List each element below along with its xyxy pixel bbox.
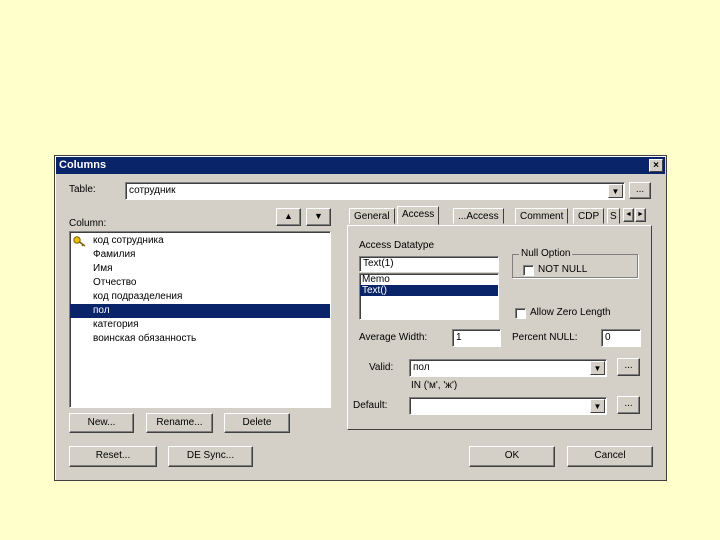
key-icon [73, 236, 86, 247]
tab-more-access[interactable]: ...Access [453, 208, 504, 224]
percent-null-label: Percent NULL: [512, 332, 578, 343]
column-label: Column: [69, 218, 107, 229]
ok-button[interactable]: OK [469, 446, 555, 467]
dropdown-arrow-icon[interactable]: ▼ [590, 361, 605, 375]
list-item[interactable]: категория [70, 318, 330, 332]
percent-null-value: 0 [605, 332, 611, 343]
list-item-label: код сотрудника [93, 235, 164, 246]
title-bar: Columns × [56, 157, 665, 174]
list-item-label: Отчество [93, 277, 137, 288]
null-option-label: Null Option [519, 248, 573, 259]
list-item[interactable]: код сотрудника [70, 234, 330, 248]
default-browse-button[interactable]: ... [617, 396, 640, 414]
null-option-group: Null Option NOT NULL [512, 248, 638, 278]
table-browse-button[interactable]: ... [629, 182, 651, 199]
new-button[interactable]: New... [69, 413, 134, 433]
access-tab-panel: Access Datatype Text(1) Memo Text() Null… [347, 225, 652, 430]
tab-scroll-left-icon[interactable]: ◄ [623, 208, 634, 222]
arrow-up-icon: ▲ [284, 211, 293, 221]
average-width-label: Average Width: [359, 332, 428, 343]
access-datatype-input[interactable]: Text(1) [359, 256, 499, 272]
valid-browse-button[interactable]: ... [617, 358, 640, 376]
list-item[interactable]: Имя [70, 262, 330, 276]
list-item-label: Фамилия [93, 249, 136, 260]
default-select[interactable] [409, 397, 607, 415]
tab-general[interactable]: General [349, 208, 395, 224]
table-select[interactable]: сотрудник [125, 182, 625, 200]
average-width-value: 1 [456, 332, 462, 343]
dialog-title: Columns [59, 159, 107, 171]
table-select-value: сотрудник [129, 185, 176, 196]
access-datatype-label: Access Datatype [359, 240, 435, 251]
tab-access[interactable]: Access [397, 206, 440, 225]
tab-cdp[interactable]: CDP [573, 208, 605, 224]
list-item-selected[interactable]: пол [70, 304, 330, 318]
delete-button[interactable]: Delete [224, 413, 290, 433]
datatype-option[interactable]: Memo [360, 274, 498, 285]
tab-scroll-right-icon[interactable]: ► [635, 208, 646, 222]
columns-dialog: Columns × Table: сотрудник ▼ ... Column:… [54, 155, 667, 481]
list-item-label: Имя [93, 263, 113, 274]
average-width-input[interactable]: 1 [452, 329, 501, 347]
valid-select[interactable]: пол [409, 359, 607, 377]
percent-null-input[interactable]: 0 [601, 329, 641, 347]
dropdown-arrow-icon[interactable]: ▼ [590, 399, 605, 413]
valid-value: пол [413, 362, 430, 373]
list-item-label: пол [93, 305, 110, 316]
list-item-label: воинская обязанность [93, 333, 197, 344]
close-button[interactable]: × [649, 159, 663, 172]
table-label: Table: [69, 184, 96, 195]
reset-button[interactable]: Reset... [69, 446, 157, 467]
allow-zero-length-label: Allow Zero Length [530, 307, 611, 318]
valid-expression: IN ('м', 'ж') [411, 380, 458, 391]
list-item[interactable]: Отчество [70, 276, 330, 290]
access-datatype-value: Text(1) [363, 258, 394, 269]
not-null-label: NOT NULL [538, 264, 588, 275]
not-null-checkbox[interactable] [523, 265, 534, 276]
arrow-down-icon: ▼ [314, 211, 323, 221]
cancel-button[interactable]: Cancel [567, 446, 653, 467]
move-up-button[interactable]: ▲ [276, 208, 301, 226]
list-item[interactable]: воинская обязанность [70, 332, 330, 346]
page-background: { "dialog": { "title": "Columns", "close… [0, 0, 720, 540]
valid-label: Valid: [369, 362, 394, 373]
list-item-label: код подразделения [93, 291, 183, 302]
datatype-list[interactable]: Memo Text() [359, 273, 499, 320]
allow-zero-length-checkbox[interactable] [515, 308, 526, 319]
tab-s[interactable]: S [607, 208, 620, 224]
list-item[interactable]: код подразделения [70, 290, 330, 304]
column-list[interactable]: код сотрудника Фамилия Имя Отчество код … [69, 231, 331, 408]
dropdown-arrow-icon[interactable]: ▼ [608, 184, 623, 198]
move-down-button[interactable]: ▼ [306, 208, 331, 226]
list-item-label: категория [93, 319, 139, 330]
datatype-option-selected[interactable]: Text() [360, 285, 498, 296]
de-sync-button[interactable]: DE Sync... [168, 446, 253, 467]
list-item[interactable]: Фамилия [70, 248, 330, 262]
rename-button[interactable]: Rename... [146, 413, 213, 433]
tab-comment[interactable]: Comment [515, 208, 569, 224]
default-label: Default: [353, 400, 388, 411]
